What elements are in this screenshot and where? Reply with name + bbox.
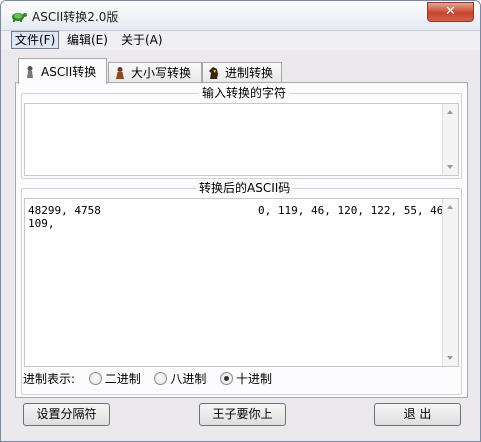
radio-binary-label: 二进制 — [104, 372, 141, 386]
tab-radix-label: 进制转换 — [225, 66, 274, 80]
scroll-up-icon[interactable] — [447, 110, 453, 114]
tab-panel-ascii: 输入转换的字符 转换后的ASCII码 48299, 4758 0, 119, 4… — [15, 82, 468, 398]
tab-ascii-label: ASCII转换 — [41, 65, 97, 79]
tab-ascii[interactable]: ASCII转换 — [18, 58, 107, 84]
output-line-1-left: 48299, 4758 — [28, 204, 101, 217]
output-group: 转换后的ASCII码 48299, 4758 0, 119, 46, 120, … — [21, 181, 462, 395]
output-line-1-right: 0, 119, 46, 120, 122, 55, 46, 99, 111, — [258, 204, 458, 217]
input-group: 输入转换的字符 — [21, 86, 462, 179]
input-text-area[interactable] — [24, 103, 459, 176]
scroll-down-icon[interactable] — [447, 165, 453, 169]
tab-radix[interactable]: 进制转换 — [202, 62, 282, 83]
main-window: ASCII转换2.0版 ✕ 文件(F) 编辑(E) 关于(A) ASCII转换 … — [0, 0, 481, 442]
close-button[interactable]: ✕ — [427, 2, 474, 22]
radio-binary[interactable]: 二进制 — [88, 372, 145, 386]
menu-file[interactable]: 文件(F) — [11, 31, 60, 49]
chess-piece-icon — [116, 67, 124, 79]
horse-icon — [209, 67, 218, 79]
output-line-2: 109, — [28, 217, 55, 230]
scroll-down-icon[interactable] — [447, 356, 453, 360]
radio-octal[interactable]: 八进制 — [154, 372, 210, 386]
radio-button[interactable] — [154, 372, 168, 385]
set-separator-button[interactable]: 设置分隔符 — [23, 403, 110, 426]
input-group-label: 输入转换的字符 — [199, 86, 290, 100]
output-scrollbar[interactable] — [442, 199, 458, 366]
title-bar[interactable]: ASCII转换2.0版 ✕ — [1, 1, 480, 31]
menu-bar: 文件(F) 编辑(E) 关于(A) — [1, 31, 480, 50]
chess-pawn-icon — [27, 66, 33, 78]
input-scrollbar[interactable] — [442, 104, 458, 175]
radio-octal-label: 八进制 — [170, 372, 207, 386]
menu-about[interactable]: 关于(A) — [118, 32, 166, 48]
radio-button-checked[interactable] — [220, 372, 234, 385]
menu-edit[interactable]: 编辑(E) — [64, 32, 111, 48]
radio-decimal[interactable]: 十进制 — [220, 372, 272, 386]
radio-button[interactable] — [88, 372, 102, 385]
turtle-app-icon — [12, 13, 27, 22]
close-icon: ✕ — [445, 4, 456, 19]
tab-case-label: 大小写转换 — [131, 66, 192, 80]
output-text-area[interactable]: 48299, 4758 0, 119, 46, 120, 122, 55, 46… — [24, 198, 459, 367]
tab-case[interactable]: 大小写转换 — [108, 62, 202, 83]
window-title: ASCII转换2.0版 — [32, 10, 119, 24]
radio-decimal-label: 十进制 — [236, 372, 273, 386]
wangzi-button[interactable]: 王子要你上 — [199, 403, 286, 426]
radix-label: 进制表示: — [23, 372, 76, 386]
output-group-label: 转换后的ASCII码 — [196, 181, 294, 195]
exit-button[interactable]: 退 出 — [374, 403, 461, 426]
scroll-up-icon[interactable] — [447, 205, 453, 209]
radix-selector: 进制表示: 二进制 八进制 十进制 — [23, 371, 272, 387]
